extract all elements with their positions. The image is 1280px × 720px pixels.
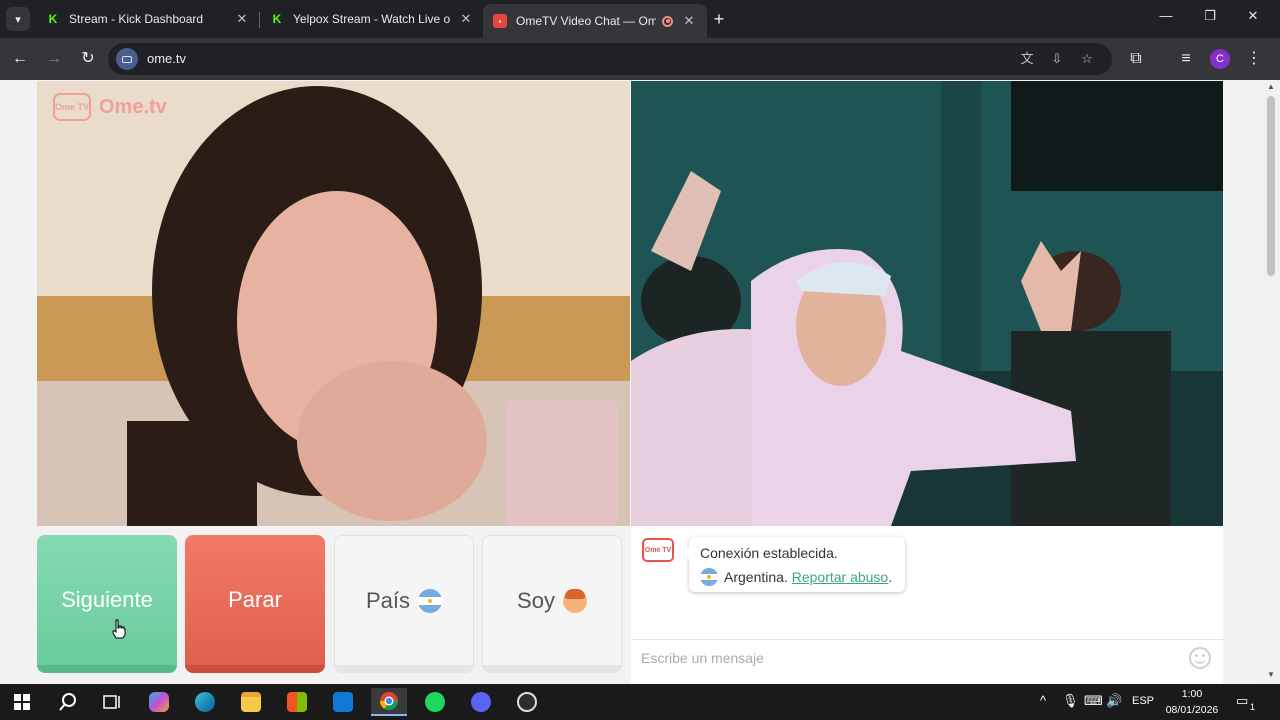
discord-icon[interactable] (463, 688, 499, 716)
forward-icon[interactable]: → (44, 49, 64, 69)
country-button[interactable]: País (334, 535, 474, 673)
close-tab-icon[interactable]: ✕ (458, 11, 474, 27)
local-video-frame (37, 81, 630, 526)
chrome-icon[interactable] (371, 688, 407, 716)
emoji-icon[interactable] (1189, 647, 1211, 669)
url-text[interactable]: ome.tv (147, 51, 186, 66)
extensions-icon[interactable]: ⧉ (1126, 49, 1146, 69)
back-icon[interactable]: ← (10, 49, 30, 69)
microsoft-store-icon[interactable] (279, 688, 315, 716)
spotify-icon[interactable] (417, 688, 453, 716)
clock-date: 08/01/2026 (1165, 704, 1219, 716)
show-hidden-icons-icon[interactable]: ^ (1040, 693, 1046, 708)
local-video: Ome TV Ome.tv (37, 81, 630, 526)
restore-icon[interactable]: ❐ (1200, 8, 1220, 24)
tab-yelpox-stream[interactable]: K Yelpox Stream - Watch Live on K ✕ (260, 4, 484, 34)
tab-strip: ▾ K Stream - Kick Dashboard ✕ K Yelpox S… (0, 0, 1280, 38)
kick-icon: K (48, 12, 58, 26)
clock-time: 1:00 (1181, 688, 1203, 700)
microphone-icon[interactable]: 🎙 (1062, 693, 1079, 709)
tab-title: Yelpox Stream - Watch Live on K (293, 12, 450, 26)
ometv-chat-logo-icon: Ome TV (642, 538, 674, 562)
address-bar[interactable]: ome.tv 文 ⇩ ☆ (108, 43, 1112, 75)
message-input[interactable] (641, 650, 1161, 666)
argentina-flag-icon (418, 588, 443, 613)
tab-kick-dashboard[interactable]: K Stream - Kick Dashboard ✕ (36, 4, 260, 34)
close-tab-icon[interactable]: ✕ (234, 11, 250, 27)
minimize-icon[interactable]: — (1156, 8, 1176, 23)
copilot-icon[interactable] (141, 688, 177, 716)
ometv-page: Ome TV Ome.tv Siguiente Parar País Soy O… (0, 80, 1262, 684)
hand-cursor-icon (112, 619, 126, 639)
translate-icon[interactable]: 文 (1018, 50, 1036, 68)
connection-status-text: Conexión establecida. (700, 545, 838, 561)
menu-kebab-icon[interactable]: ⋮ (1244, 49, 1264, 69)
partner-country: Argentina. (724, 569, 788, 585)
next-button-label: Siguiente (61, 587, 153, 612)
tab-title: OmeTV Video Chat — Ome (516, 14, 656, 28)
recording-icon (662, 15, 673, 27)
close-window-icon[interactable]: ✕ (1243, 8, 1263, 24)
file-explorer-icon[interactable] (233, 688, 269, 716)
volume-icon[interactable]: 🔊 (1106, 693, 1122, 709)
stop-button[interactable]: Parar (185, 535, 325, 673)
report-abuse-link[interactable]: Reportar abuso (792, 569, 889, 585)
scroll-down-icon[interactable]: ▼ (1267, 670, 1275, 679)
ometv-logo: Ome TV Ome.tv (53, 93, 167, 121)
report-suffix: . (888, 569, 893, 585)
partner-video-frame (631, 81, 1223, 526)
clock[interactable]: 1:00 08/01/2026 (1160, 686, 1224, 718)
country-button-label: País (365, 587, 411, 613)
edge-icon[interactable] (187, 688, 223, 716)
new-tab-button[interactable]: + (709, 9, 729, 29)
browser-toolbar: ← → ↻ ome.tv 文 ⇩ ☆ ⧉ ≡ C ⋮ (0, 38, 1280, 80)
camera-permission-icon[interactable] (116, 48, 138, 70)
profile-avatar[interactable]: C (1210, 49, 1230, 69)
partner-country-line: Argentina. Reportar abuso. (700, 568, 894, 586)
message-bar (631, 639, 1223, 677)
page-scrollbar[interactable]: ▲ ▼ (1262, 80, 1280, 684)
obs-icon[interactable] (509, 688, 545, 716)
install-app-icon[interactable]: ⇩ (1048, 50, 1066, 68)
notification-count: 1 (1250, 702, 1256, 712)
brand-name: Ome.tv (99, 95, 167, 118)
partner-video (631, 81, 1223, 526)
gender-button-label: Soy (517, 587, 555, 613)
close-tab-icon[interactable]: ✕ (681, 13, 697, 29)
windows-taskbar: ^ 🎙 ⌨ 🔊 ESP 1:00 08/01/2026 ▭ 1 (0, 684, 1280, 720)
bookmark-star-icon[interactable]: ☆ (1078, 50, 1096, 68)
media-controls-icon[interactable]: ≡ (1176, 49, 1196, 69)
kick-icon: K (272, 12, 282, 26)
reload-icon[interactable]: ↻ (78, 49, 98, 69)
network-icon[interactable]: ⌨ (1084, 693, 1103, 709)
language-indicator[interactable]: ESP (1132, 695, 1154, 707)
next-button[interactable]: Siguiente (37, 535, 177, 673)
outlook-icon[interactable] (325, 688, 361, 716)
tab-title: Stream - Kick Dashboard (69, 12, 204, 26)
chat-panel: Ome TV Conexión establecida. Argentina. … (631, 526, 1223, 684)
task-view-icon[interactable] (94, 688, 130, 716)
search-icon[interactable] (50, 688, 86, 716)
ometv-icon: ▪ (493, 14, 507, 28)
tab-ometv[interactable]: ▪ OmeTV Video Chat — Ome ✕ (483, 4, 707, 38)
scroll-up-icon[interactable]: ▲ (1267, 82, 1275, 91)
notifications-icon[interactable]: ▭ (1236, 693, 1248, 709)
argentina-flag-icon (700, 568, 718, 586)
stop-button-label: Parar (228, 587, 282, 612)
windows-start-icon[interactable] (4, 688, 40, 716)
system-message: Conexión establecida. Argentina. Reporta… (682, 537, 905, 592)
tab-search-icon[interactable]: ▾ (6, 7, 30, 31)
ometv-tv-icon: Ome TV (53, 93, 91, 121)
scroll-thumb[interactable] (1267, 96, 1275, 276)
gender-button[interactable]: Soy (482, 535, 622, 673)
boy-face-icon (562, 588, 587, 613)
